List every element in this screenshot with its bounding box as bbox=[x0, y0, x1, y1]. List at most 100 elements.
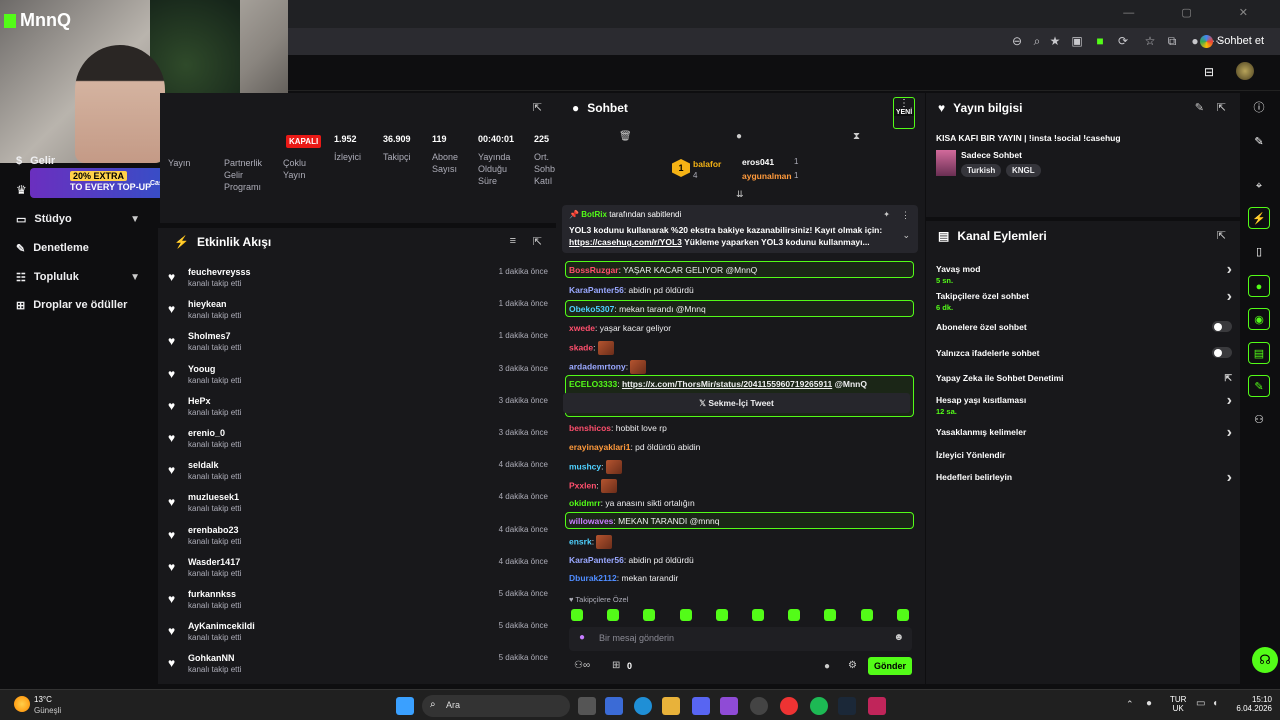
channel-action-item[interactable]: Abonelere özel sohbet bbox=[936, 321, 1232, 332]
broadcast-icon[interactable]: ◉ bbox=[1248, 308, 1270, 330]
feed-item[interactable]: ♥ Sholmes7 kanalı takip etti 1 dakika önce bbox=[168, 328, 548, 360]
avatar[interactable] bbox=[1236, 62, 1254, 80]
mic-icon[interactable]: ● bbox=[1146, 698, 1152, 709]
app-icon[interactable] bbox=[720, 697, 738, 715]
channel-action-item[interactable]: Yasaklanmış kelimeler › bbox=[936, 424, 1232, 441]
nav-droplar[interactable]: ⊞ Droplar ve ödüller bbox=[0, 291, 158, 319]
feed-item[interactable]: ♥ HePx kanalı takip etti 3 dakika önce bbox=[168, 393, 548, 425]
taskbar-search[interactable]: ⌕ Ara bbox=[422, 695, 570, 717]
pencil-icon[interactable]: ✎ bbox=[1248, 131, 1270, 153]
filter-icon[interactable]: ≡ bbox=[510, 235, 516, 247]
feed-item[interactable]: ♥ feuchevreysss kanalı takip etti 1 dakika … bbox=[168, 264, 548, 296]
chat-username[interactable]: okidmrr bbox=[569, 498, 601, 508]
kick-extension-icon[interactable]: ■ bbox=[1093, 34, 1107, 48]
feed-username[interactable]: Wasder1417 bbox=[188, 557, 240, 567]
nav-studyo[interactable]: ▭ Stüdyo ▼ bbox=[0, 205, 158, 233]
feed-item[interactable]: ♥ erenbabo23 kanalı takip etti 4 dakika önc… bbox=[168, 522, 548, 554]
nav-denetleme[interactable]: ✎ Denetleme bbox=[0, 234, 158, 262]
feed-item[interactable]: ♥ seldalk kanalı takip etti 4 dakika önce bbox=[168, 457, 548, 489]
pinned-link[interactable]: https://casehug.com/r/YOL3 bbox=[569, 237, 682, 247]
tag-chip[interactable]: Turkish bbox=[961, 164, 1002, 177]
chat-username[interactable]: Obeko5307 bbox=[569, 304, 614, 314]
emote-icon[interactable] bbox=[571, 609, 583, 621]
info-icon[interactable]: ⓘ bbox=[1248, 97, 1270, 119]
toggle-switch[interactable] bbox=[1212, 347, 1232, 358]
feed-username[interactable]: erenio_0 bbox=[188, 428, 225, 438]
popout-icon[interactable]: ⇱ bbox=[533, 235, 542, 248]
window-controls[interactable]: — ▢ ✕ bbox=[1123, 6, 1270, 19]
toggle-switch[interactable] bbox=[1212, 321, 1232, 332]
start-icon[interactable] bbox=[396, 697, 414, 715]
feed-item[interactable]: ♥ erenio_0 kanalı takip etti 3 dakika önce bbox=[168, 425, 548, 457]
feed-item[interactable]: ♥ hieykean kanalı takip etti 1 dakika önce bbox=[168, 296, 548, 328]
emote-icon[interactable] bbox=[607, 609, 620, 621]
emoji-icon[interactable]: ☻ bbox=[893, 632, 904, 643]
emote-icon[interactable] bbox=[679, 609, 692, 621]
channel-action-item[interactable]: İzleyici Yönlendir bbox=[936, 450, 1232, 460]
chat-username[interactable]: Dburak2112 bbox=[569, 573, 617, 583]
chat-input[interactable]: ● Bir mesaj gönderin ☻ bbox=[569, 627, 912, 651]
feed-item[interactable]: ♥ GohkanNN kanalı takip etti 5 dakika önce bbox=[168, 650, 548, 682]
chat-username[interactable]: ECELO3333 bbox=[569, 379, 617, 389]
feed-username[interactable]: muzluesek1 bbox=[188, 492, 239, 502]
copilot-chat-button[interactable]: Sohbet et bbox=[1194, 32, 1270, 51]
task-view-icon[interactable] bbox=[578, 697, 596, 715]
network-icon[interactable]: ▭ bbox=[1196, 698, 1205, 709]
bolt-icon[interactable]: ⚡ bbox=[1248, 207, 1270, 229]
feed-username[interactable]: AyKanimcekildi bbox=[188, 621, 255, 631]
unpin-icon[interactable]: ✦ bbox=[883, 210, 890, 219]
chat-username[interactable]: erayinayaklari1 bbox=[569, 442, 630, 452]
edit-icon[interactable]: ✎ bbox=[1195, 101, 1204, 114]
feed-item[interactable]: ♥ Yooug kanalı takip etti 3 dakika önce bbox=[168, 361, 548, 393]
emote-icon[interactable] bbox=[715, 609, 728, 621]
chat-settings-bubble-icon[interactable]: ● bbox=[824, 661, 830, 672]
gift-icon[interactable]: ⊞ bbox=[612, 660, 620, 671]
feed-username[interactable]: Yooug bbox=[188, 364, 215, 374]
nav-gelir[interactable]: $ Gelir bbox=[0, 150, 158, 172]
feed-item[interactable]: ♥ muzluesek1 kanalı takip etti 4 dakika önc… bbox=[168, 489, 548, 521]
support-icon[interactable]: ☊ bbox=[1252, 647, 1278, 673]
zoom-icon[interactable]: ⊖ bbox=[1010, 34, 1024, 48]
channel-action-item[interactable]: Takipçilere özel sohbet 6 dk. › bbox=[936, 288, 1232, 312]
volume-icon[interactable]: ◖ bbox=[1212, 698, 1218, 709]
emote-icon[interactable] bbox=[824, 609, 837, 621]
obs-icon[interactable] bbox=[750, 697, 768, 715]
popout-icon[interactable]: ⇱ bbox=[533, 101, 542, 114]
emote-icon[interactable] bbox=[896, 609, 909, 621]
chevron-down-icon[interactable]: ⌄ bbox=[902, 230, 910, 241]
steam-icon[interactable] bbox=[838, 697, 856, 715]
discord-icon[interactable] bbox=[692, 697, 710, 715]
chat-username[interactable]: BossRuzgar bbox=[569, 265, 619, 275]
collections-icon[interactable]: ⧉ bbox=[1165, 34, 1179, 48]
feed-item[interactable]: ♥ Wasder1417 kanalı takip etti 4 dakika önc… bbox=[168, 554, 548, 586]
users-infinity-icon[interactable]: ⚇∞ bbox=[574, 660, 590, 671]
users-icon[interactable]: ⚇ bbox=[1248, 409, 1270, 431]
chat-username[interactable]: KaraPanter56 bbox=[569, 285, 624, 295]
chrome-icon[interactable] bbox=[780, 697, 798, 715]
chat-username[interactable]: benshicos bbox=[569, 423, 611, 433]
chat-icon[interactable]: ● bbox=[736, 131, 742, 142]
collapse-icon[interactable]: ⇊ bbox=[736, 189, 744, 200]
chat-icon[interactable]: ● bbox=[1248, 275, 1270, 297]
popout-icon[interactable]: ⇱ bbox=[1217, 101, 1226, 114]
feed-username[interactable]: erenbabo23 bbox=[188, 525, 239, 535]
gear-icon[interactable]: ⚙ bbox=[848, 660, 857, 671]
extension-icon[interactable]: ▣ bbox=[1070, 34, 1084, 48]
tray-chevron-icon[interactable]: ⌃ bbox=[1126, 699, 1134, 710]
chat-username[interactable]: mushcy bbox=[569, 461, 601, 471]
refresh-icon[interactable]: ⟳ bbox=[1116, 34, 1130, 48]
language-indicator[interactable]: TUR UK bbox=[1170, 695, 1186, 713]
chat-username[interactable]: KaraPanter56 bbox=[569, 555, 624, 565]
wrench-icon[interactable]: ✎ bbox=[1248, 375, 1270, 397]
tweet-embed[interactable]: 𝕏 Sekme-İçi Tweet bbox=[563, 393, 910, 413]
send-button[interactable]: Gönder bbox=[868, 657, 912, 675]
bookmark-star-icon[interactable]: ★ bbox=[1048, 34, 1062, 48]
app-red-icon[interactable] bbox=[868, 697, 886, 715]
chat-username[interactable]: xwede bbox=[569, 323, 595, 333]
stream-category[interactable]: Sadece Sohbet bbox=[961, 150, 1022, 160]
feed-item[interactable]: ♥ AyKanimcekildi kanalı takip etti 5 dakika… bbox=[168, 618, 548, 650]
chat-username[interactable]: skade bbox=[569, 342, 593, 352]
chat-username[interactable]: Pxxlen bbox=[569, 480, 596, 490]
list-icon[interactable]: ▤ bbox=[1248, 342, 1270, 364]
kebab-icon[interactable]: ⋮ bbox=[901, 210, 910, 221]
